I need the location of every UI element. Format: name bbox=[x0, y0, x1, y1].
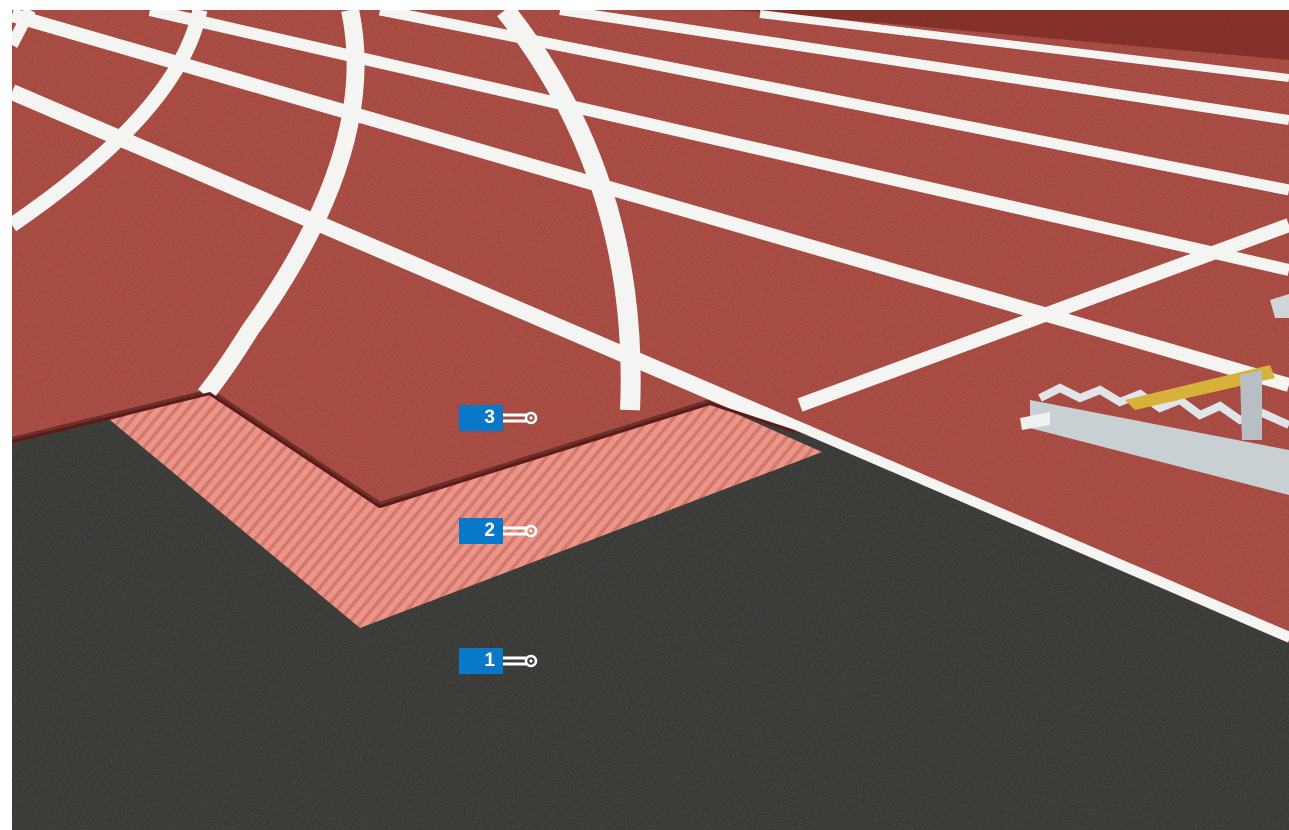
layer-number-badge: 3 bbox=[459, 405, 503, 431]
connector-pin-icon bbox=[503, 654, 538, 668]
connector-pin-icon bbox=[503, 411, 538, 425]
running-track-illustration bbox=[0, 0, 1289, 830]
layer-marker-1: 1 bbox=[459, 648, 539, 674]
layer-marker-2: 2 bbox=[459, 518, 539, 544]
layer-number-badge: 1 bbox=[459, 648, 503, 674]
layer-number-badge: 2 bbox=[459, 518, 503, 544]
layer-marker-3: 3 bbox=[459, 405, 539, 431]
connector-pin-icon bbox=[503, 524, 538, 538]
